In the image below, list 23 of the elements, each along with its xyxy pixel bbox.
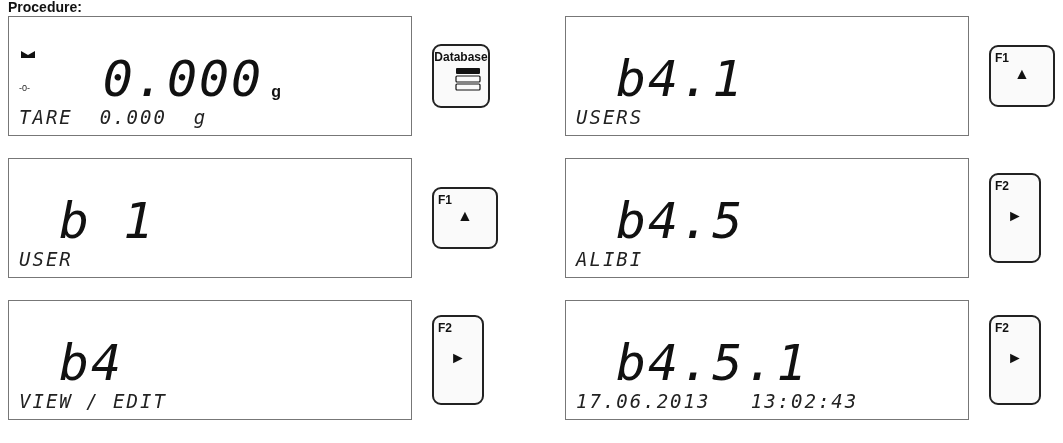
section-heading: Procedure:: [8, 0, 82, 14]
display-reading: 0.000: [102, 53, 264, 105]
display-caption: USERS: [576, 105, 645, 129]
display-caption: ALIBI: [576, 247, 645, 271]
display-reading: b4: [59, 337, 124, 389]
database-icon: [455, 67, 481, 91]
function-key[interactable]: F1 ▲: [989, 45, 1055, 107]
display-reading: b4.5.1: [616, 337, 809, 389]
display-caption: VIEW / EDIT: [19, 389, 168, 413]
zero-indicator: -0-: [19, 83, 30, 93]
unit-label: g: [271, 83, 281, 101]
database-key[interactable]: Database: [432, 44, 490, 108]
display-reading: b 1: [59, 195, 156, 247]
stability-icon: [21, 51, 35, 58]
display-reading: b4.1: [616, 53, 745, 105]
display-caption: 17.06.2013 13:02:43: [576, 389, 860, 413]
display-caption: USER: [19, 247, 74, 271]
function-key[interactable]: F2 ►: [432, 315, 484, 405]
function-key[interactable]: F1 ▲: [432, 187, 498, 249]
display-reading: b4.5: [616, 195, 745, 247]
display-caption: TARE 0.000 g: [19, 105, 209, 129]
function-key[interactable]: F2 ►: [989, 315, 1041, 405]
function-key[interactable]: F2 ►: [989, 173, 1041, 263]
